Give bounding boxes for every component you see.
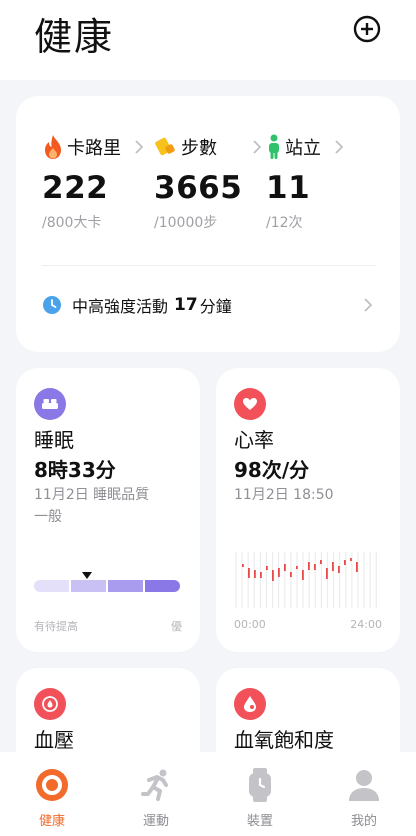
steps-label: 步數 <box>181 138 217 159</box>
heart-rate-bar <box>356 562 358 572</box>
profile-icon <box>349 770 379 801</box>
page-title: 健康 <box>34 15 115 59</box>
running-icon <box>141 769 168 801</box>
intensity-row[interactable]: 中高強度活動 17 分鐘 <box>42 292 376 318</box>
intensity-value: 17 <box>174 295 198 315</box>
sleep-card[interactable]: 睡眠 8時33分 11月2日 睡眠品質 一般 有待提高 優 <box>16 368 200 652</box>
heart-rate-bar <box>344 560 346 565</box>
heart-rate-bar <box>350 558 352 561</box>
heart-rate-bar <box>254 570 256 578</box>
standing-person-icon <box>269 134 279 159</box>
sleep-bar-high-label: 優 <box>171 620 182 633</box>
heart-timestamp: 11月2日 18:50 <box>234 487 334 503</box>
chevron-right-icon <box>335 140 343 154</box>
sleep-title: 睡眠 <box>34 428 74 452</box>
stand-value: 11 <box>266 170 311 206</box>
heart-rate-card[interactable]: 心率 98次/分 11月2日 18:50 00:00 24:00 <box>216 368 400 652</box>
heart-rate-chart <box>235 552 377 608</box>
chevron-right-icon <box>364 298 372 312</box>
tab-device-label: 裝置 <box>246 814 273 829</box>
heart-value: 98次/分 <box>234 458 310 482</box>
steps-metric[interactable]: 步數 3665 /10000步 <box>154 134 261 232</box>
heart-chart-end-time: 24:00 <box>350 618 382 631</box>
blood-pressure-title: 血壓 <box>34 728 74 752</box>
header: 健康 <box>0 0 416 80</box>
tab-device[interactable]: 裝置 <box>220 768 300 829</box>
sleep-quality-bar <box>34 580 180 592</box>
intensity-unit: 分鐘 <box>199 297 232 316</box>
stand-label: 站立 <box>285 138 321 159</box>
heart-icon <box>234 388 266 420</box>
heart-rate-bar <box>242 564 244 567</box>
heart-rate-bar <box>332 562 334 571</box>
sleep-bar-segment <box>108 580 143 592</box>
calories-goal: /800大卡 <box>42 215 102 231</box>
flame-icon <box>45 135 61 159</box>
add-icon[interactable] <box>352 14 382 44</box>
health-ring-icon <box>36 769 68 801</box>
blood-drop-icon <box>234 688 266 720</box>
sleep-quality-marker <box>82 572 92 579</box>
sleep-bar-low-label: 有待提高 <box>34 620 78 633</box>
calories-metric[interactable]: 卡路里 222 /800大卡 <box>42 134 143 232</box>
heart-rate-bar <box>296 566 298 569</box>
sleep-subtitle: 11月2日 睡眠品質 一般 <box>34 484 149 528</box>
heart-rate-bar <box>326 568 328 579</box>
tab-health[interactable]: 健康 <box>12 768 92 829</box>
heart-rate-bar <box>248 568 250 578</box>
stand-goal: /12次 <box>266 215 303 231</box>
activity-summary-card[interactable]: 卡路里 222 /800大卡 步數 3665 /10000步 站立 11 /12… <box>16 96 400 352</box>
intensity-label: 中高強度活動 <box>72 297 169 316</box>
sleep-value: 8時33分 <box>34 458 116 482</box>
bottom-tab-bar: 健康 運動 裝置 我的 <box>0 752 416 836</box>
heart-chart-start-time: 00:00 <box>234 618 266 631</box>
heart-rate-bar <box>314 564 316 570</box>
heart-rate-bar <box>272 570 274 581</box>
tab-health-label: 健康 <box>38 814 65 829</box>
bed-icon <box>34 388 66 420</box>
heart-rate-bar <box>302 570 304 580</box>
sleep-bar-segment <box>71 580 106 592</box>
heart-rate-bar <box>290 572 292 577</box>
blood-pressure-icon <box>34 688 66 720</box>
tab-profile-label: 我的 <box>350 814 377 829</box>
blood-oxygen-title: 血氧飽和度 <box>234 728 334 752</box>
sleep-bar-segment <box>145 580 180 592</box>
steps-goal: /10000步 <box>154 215 218 231</box>
chevron-right-icon <box>135 140 143 154</box>
heart-rate-bar <box>260 572 262 578</box>
calories-value: 222 <box>42 170 109 206</box>
heart-title: 心率 <box>234 428 274 452</box>
sleep-quality-level: 一般 <box>34 509 62 525</box>
shoe-icon <box>155 137 175 156</box>
steps-value: 3665 <box>154 170 243 206</box>
tab-workout-label: 運動 <box>142 814 169 829</box>
chevron-right-icon <box>253 140 261 154</box>
heart-rate-bar <box>278 568 280 577</box>
stand-metric[interactable]: 站立 11 /12次 <box>266 134 343 232</box>
watch-icon <box>249 768 271 802</box>
tab-profile[interactable]: 我的 <box>324 768 404 829</box>
tab-workout[interactable]: 運動 <box>116 768 196 829</box>
heart-rate-bar <box>308 562 310 570</box>
calories-label: 卡路里 <box>67 138 121 159</box>
heart-rate-bar <box>320 560 322 564</box>
sleep-date-quality: 11月2日 睡眠品質 <box>34 487 150 503</box>
heart-rate-bar <box>338 566 340 573</box>
clock-icon <box>43 296 61 314</box>
heart-rate-bar <box>284 564 286 571</box>
heart-rate-bar <box>266 566 268 570</box>
divider <box>42 265 376 266</box>
sleep-bar-segment <box>34 580 69 592</box>
